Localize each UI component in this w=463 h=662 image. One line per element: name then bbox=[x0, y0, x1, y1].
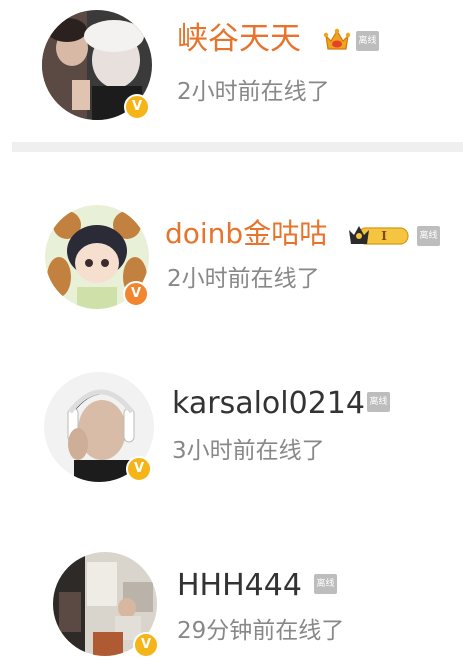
offline-badge: 离线 bbox=[367, 392, 390, 412]
username[interactable]: karsalol0214 bbox=[172, 385, 365, 423]
crown-icon bbox=[323, 27, 351, 57]
crown-level-badge-icon: I bbox=[348, 223, 412, 253]
svg-text:I: I bbox=[381, 229, 387, 243]
avatar[interactable]: V bbox=[45, 205, 149, 309]
last-online-status: 29分钟前在线了 bbox=[177, 618, 345, 644]
verified-badge-icon: V bbox=[126, 456, 152, 482]
offline-badge: 离线 bbox=[314, 574, 337, 594]
last-online-status: 2小时前在线了 bbox=[167, 266, 320, 292]
verified-badge-icon: V bbox=[124, 94, 150, 120]
username[interactable]: doinb金咕咕 bbox=[165, 215, 327, 253]
username[interactable]: 峡谷天天 bbox=[177, 20, 301, 58]
verified-badge-icon: V bbox=[133, 632, 159, 658]
offline-badge: 离线 bbox=[356, 31, 379, 51]
section-divider bbox=[12, 142, 463, 152]
last-online-status: 2小时前在线了 bbox=[177, 79, 330, 105]
avatar[interactable]: V bbox=[42, 10, 152, 120]
user-row[interactable]: V HHH444 离线 29分钟前在线了 bbox=[0, 530, 463, 662]
verified-badge-icon: V bbox=[123, 281, 149, 307]
offline-badge: 离线 bbox=[417, 226, 440, 246]
avatar[interactable]: V bbox=[53, 552, 159, 658]
user-row[interactable]: V karsalol0214 离线 3小时前在线了 bbox=[0, 340, 463, 490]
username[interactable]: HHH444 bbox=[177, 567, 302, 605]
last-online-status: 3小时前在线了 bbox=[172, 438, 325, 464]
user-row[interactable]: V 峡谷天天 离线 2小时前在线了 bbox=[0, 0, 463, 140]
avatar[interactable]: V bbox=[44, 372, 154, 482]
user-row[interactable]: V doinb金咕咕 I 离线 2小时前在线了 bbox=[0, 152, 463, 322]
